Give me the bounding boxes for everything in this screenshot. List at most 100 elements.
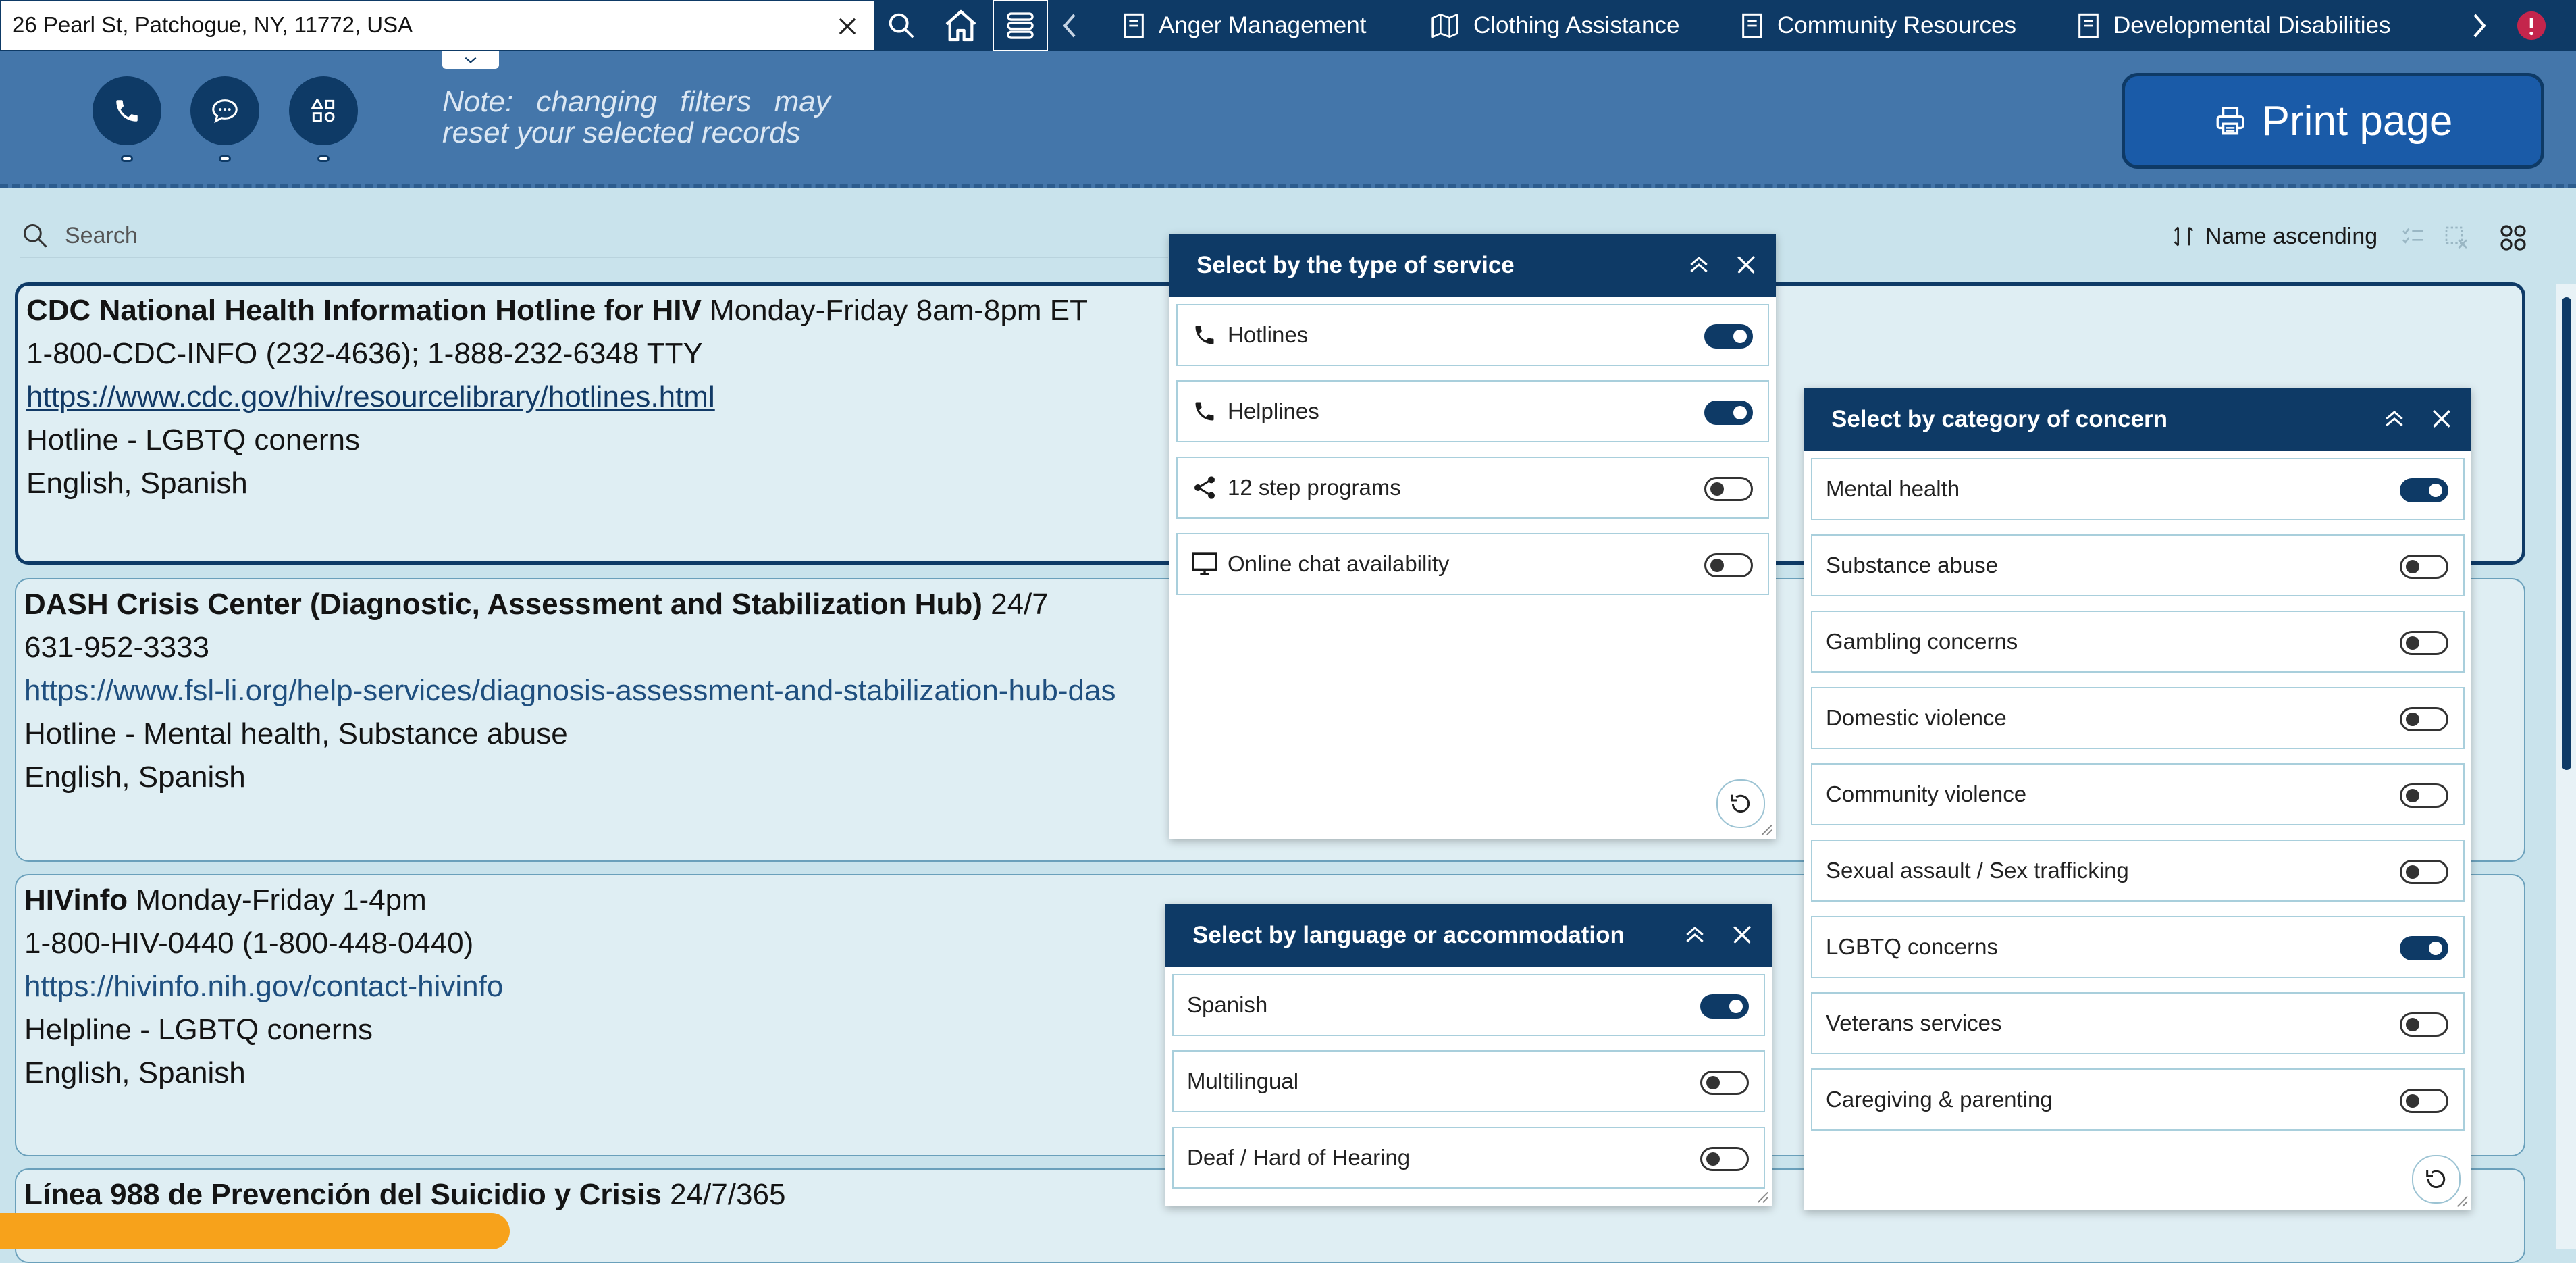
record-hours: 24/7 [991, 588, 1049, 621]
filter-label: Online chat availability [1228, 551, 1450, 576]
collapse-panel-icon[interactable] [1685, 251, 1712, 278]
tab-developmental-disabilities[interactable]: Developmental Disabilities [2077, 0, 2390, 51]
scrollbar-thumb[interactable] [2562, 297, 2571, 770]
filter-row-domestic-violence[interactable]: Domestic violence [1811, 687, 2465, 749]
filter-row-helplines[interactable]: Helplines [1176, 380, 1769, 442]
filter-row-mental-health[interactable]: Mental health [1811, 458, 2465, 520]
filter-row-veterans[interactable]: Veterans services [1811, 992, 2465, 1054]
print-page-label: Print page [2261, 97, 2453, 145]
filter-row-community-violence[interactable]: Community violence [1811, 763, 2465, 825]
resize-grip-icon[interactable] [1758, 821, 1773, 836]
filter-row-sexual-assault[interactable]: Sexual assault / Sex trafficking [1811, 840, 2465, 902]
tab-community-resources[interactable]: Community Resources [1741, 0, 2016, 51]
record-phone: 1-800-HIV-0440 (1-800-448-0440) [24, 927, 474, 960]
grid-view-icon[interactable] [2497, 222, 2529, 254]
record-title: Línea 988 de Prevención del Suicidio y C… [24, 1178, 785, 1212]
toggle-switch[interactable] [2400, 1089, 2448, 1113]
panel-header: Select by category of concern [1804, 388, 2471, 451]
record-title: CDC National Health Information Hotline … [26, 294, 1088, 328]
filter-label: Substance abuse [1826, 552, 1999, 577]
layers-menu-icon[interactable] [993, 0, 1048, 51]
close-panel-icon[interactable] [1733, 251, 1760, 278]
sort-icon [2174, 226, 2194, 247]
collapse-panel-icon[interactable] [1681, 921, 1708, 948]
toggle-switch[interactable] [2400, 860, 2448, 884]
language-panel: Select by language or accommodation Span… [1165, 904, 1772, 1206]
toggle-switch[interactable] [2400, 631, 2448, 655]
toggle-switch[interactable] [1700, 994, 1749, 1019]
filter-label: Gambling concerns [1826, 629, 2018, 654]
toggle-switch[interactable] [1704, 324, 1753, 349]
chat-filter-button[interactable] [190, 76, 259, 145]
resize-grip-icon[interactable] [2454, 1193, 2469, 1208]
filter-row-12-step-programs[interactable]: 12 step programs [1176, 457, 1769, 519]
toggle-switch[interactable] [2400, 478, 2448, 502]
alert-icon[interactable] [2513, 0, 2550, 51]
filter-note-line2: reset your selected records [442, 116, 801, 149]
shapes-icon [311, 99, 335, 122]
phone-filter-button[interactable] [93, 76, 161, 145]
tab-anger-management[interactable]: Anger Management [1122, 0, 1366, 51]
record-name: CDC National Health Information Hotline … [26, 294, 702, 327]
sort-button[interactable]: Name ascending [2170, 223, 2377, 250]
toggle-switch[interactable] [1700, 1071, 1749, 1095]
filter-row-multilingual[interactable]: Multilingual [1172, 1050, 1765, 1112]
clear-icon[interactable] [835, 14, 860, 39]
search-bar[interactable]: Search [20, 215, 1168, 258]
search-icon[interactable] [878, 0, 925, 51]
toggle-switch[interactable] [1704, 553, 1753, 577]
toggle-switch[interactable] [2400, 555, 2448, 579]
monitor-icon [1190, 550, 1219, 577]
filter-row-spanish[interactable]: Spanish [1172, 974, 1765, 1036]
address-search-box[interactable]: 26 Pearl St, Patchogue, NY, 11772, USA [0, 0, 875, 51]
close-panel-icon[interactable] [2428, 405, 2455, 432]
filter-row-lgbtq[interactable]: LGBTQ concerns [1811, 916, 2465, 978]
tabs-scroll-right-icon[interactable] [2463, 0, 2494, 51]
record-link[interactable]: https://www.fsl-li.org/help-services/dia… [24, 674, 1115, 707]
chevron-down-icon [465, 57, 477, 63]
filter-row-gambling[interactable]: Gambling concerns [1811, 611, 2465, 673]
toggle-switch[interactable] [1704, 477, 1753, 501]
toggle-switch[interactable] [2400, 936, 2448, 960]
search-input[interactable]: Search [65, 223, 138, 249]
filter-row-substance-abuse[interactable]: Substance abuse [1811, 534, 2465, 596]
tab-clothing-assistance[interactable]: Clothing Assistance [1430, 0, 1679, 51]
filter-row-online-chat[interactable]: Online chat availability [1176, 533, 1769, 595]
tab-label: Anger Management [1159, 12, 1367, 38]
record-link[interactable]: https://www.cdc.gov/hiv/resourcelibrary/… [26, 380, 715, 413]
print-page-button[interactable]: Print page [2122, 73, 2544, 169]
toggle-switch[interactable] [2400, 707, 2448, 731]
address-input[interactable]: 26 Pearl St, Patchogue, NY, 11772, USA [12, 12, 413, 38]
sort-label: Name ascending [2205, 223, 2378, 249]
record-title: DASH Crisis Center (Diagnostic, Assessme… [24, 588, 1049, 621]
filter-label: Community violence [1826, 781, 2027, 806]
map-icon [1430, 12, 1473, 39]
record-hours: 24/7/365 [670, 1178, 786, 1211]
document-icon [2077, 12, 2113, 39]
filter-row-hotlines[interactable]: Hotlines [1176, 304, 1769, 366]
toggle-switch[interactable] [1704, 401, 1753, 425]
record-link[interactable]: https://hivinfo.nih.gov/contact-hivinfo [24, 970, 503, 1003]
collapse-header-button[interactable] [442, 51, 499, 69]
filter-row-deaf-hard-of-hearing[interactable]: Deaf / Hard of Hearing [1172, 1127, 1765, 1189]
filter-label: Helplines [1228, 398, 1319, 423]
record-name: DASH Crisis Center (Diagnostic, Assessme… [24, 588, 982, 621]
printer-icon [2216, 107, 2244, 135]
filter-label: Mental health [1826, 476, 1960, 501]
tabs-scroll-left-icon[interactable] [1055, 0, 1086, 51]
filter-row-caregiving[interactable]: Caregiving & parenting [1811, 1068, 2465, 1131]
clear-selection-icon[interactable] [2443, 224, 2470, 251]
record-name: HIVinfo [24, 883, 128, 917]
toggle-switch[interactable] [2400, 783, 2448, 808]
select-all-icon[interactable] [2398, 224, 2428, 251]
record-title: HIVinfo Monday-Friday 1-4pm [24, 883, 427, 917]
home-icon[interactable] [933, 0, 989, 51]
panel-header: Select by language or accommodation [1165, 904, 1772, 967]
close-panel-icon[interactable] [1729, 921, 1756, 948]
collapse-panel-icon[interactable] [2381, 405, 2408, 432]
resize-grip-icon[interactable] [1754, 1189, 1769, 1204]
category-filter-button[interactable] [289, 76, 358, 145]
record-hours: Monday-Friday 1-4pm [136, 883, 427, 917]
toggle-switch[interactable] [1700, 1147, 1749, 1171]
toggle-switch[interactable] [2400, 1012, 2448, 1037]
